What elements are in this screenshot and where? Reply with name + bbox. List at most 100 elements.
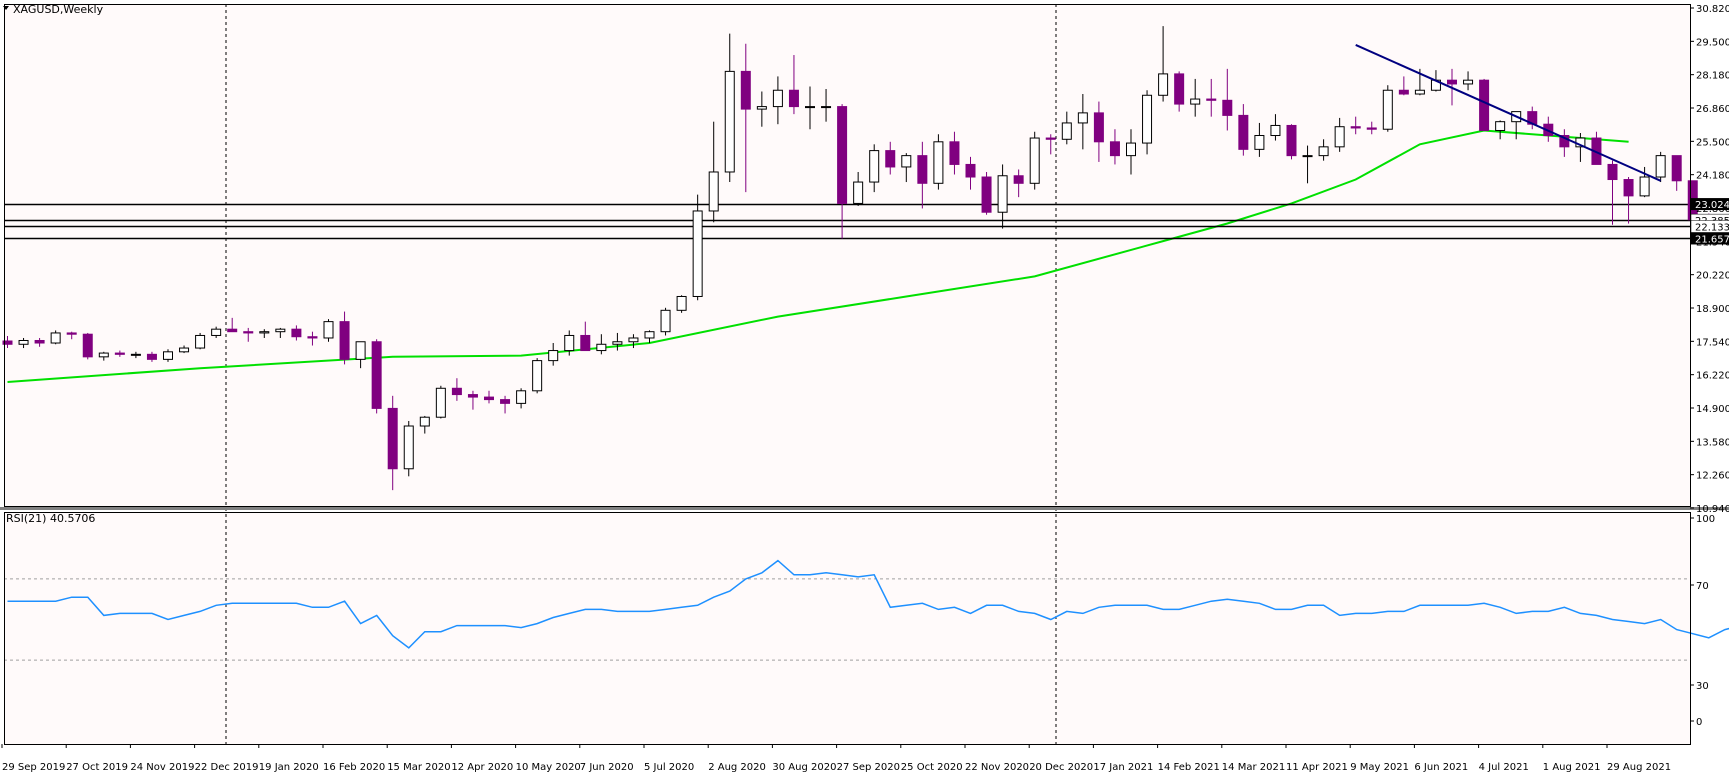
time-tick-label: 22 Dec 2019: [195, 762, 259, 773]
time-tick-label: 9 May 2021: [1350, 762, 1409, 773]
time-tick-label: 12 Apr 2020: [451, 762, 513, 773]
time-tick-label: 24 Nov 2019: [130, 762, 194, 773]
candle-body-bull: [1334, 126, 1345, 148]
time-tick-label: 16 Feb 2020: [323, 762, 385, 773]
candle-body-bear: [788, 89, 799, 108]
price-tick-label: 14.900: [1696, 404, 1729, 415]
time-tick-label: 20 Dec 2020: [1029, 762, 1093, 773]
candle-body-bull: [756, 106, 767, 110]
candle-body-bull: [692, 210, 703, 297]
price-tick-label: 26.860: [1696, 104, 1729, 115]
candle-body-bull: [644, 331, 655, 339]
price-tick-label: 18.900: [1696, 304, 1729, 315]
candle-body-bear: [1366, 127, 1377, 130]
candle: [933, 134, 944, 190]
candle-body-bull: [997, 175, 1008, 213]
main-panel-background: [4, 4, 1690, 506]
candle-body-bear: [837, 106, 848, 204]
price-tick-label: 13.580: [1696, 437, 1729, 448]
candle-body-bull: [419, 416, 430, 427]
candle-body-bull: [901, 155, 912, 168]
candle-body-bull: [805, 106, 815, 109]
rsi-tick-label: 70: [1696, 581, 1709, 592]
candle-body-bear: [339, 321, 350, 360]
time-tick-label: 15 Mar 2020: [387, 762, 450, 773]
candle-body-bull: [195, 334, 206, 349]
rsi-panel-title: RSI(21) 40.5706: [6, 512, 95, 525]
candle-body-bear: [949, 141, 960, 165]
candle-body-bull: [323, 321, 334, 339]
candle-body-bull: [548, 350, 559, 362]
price-tick-label: 30.820: [1696, 4, 1729, 15]
candle: [1479, 78, 1490, 131]
candle-body-bull: [1463, 79, 1474, 85]
candle-body-bear: [1607, 163, 1618, 181]
candle-body-bull: [564, 334, 575, 352]
price-tick-label: 20.220: [1696, 271, 1729, 282]
main-panel-title: XAGUSD,Weekly: [13, 3, 104, 16]
candle-body-bull: [1495, 121, 1506, 131]
time-tick-label: 4 Jul 2021: [1479, 762, 1529, 773]
candle-body-bull: [660, 309, 671, 333]
candle-body-bear: [1109, 141, 1120, 157]
candle-body-bull: [1158, 73, 1169, 96]
candle-body-bull: [1190, 98, 1201, 105]
candle-body-bear: [1013, 175, 1024, 184]
time-tick-label: 27 Sep 2020: [837, 762, 900, 773]
candle-body-bull: [1318, 146, 1329, 157]
candle-body-bull: [163, 351, 173, 360]
candle-body-bear: [146, 353, 157, 360]
time-tick-label: 14 Mar 2021: [1222, 762, 1285, 773]
time-tick-label: 29 Aug 2021: [1607, 762, 1671, 773]
level-label-text: 22.133: [1695, 222, 1729, 233]
candle: [1286, 124, 1297, 160]
candle: [676, 295, 687, 313]
candle-body-bull: [612, 341, 623, 345]
price-tick-label: 29.500: [1696, 37, 1729, 48]
candle-body-bull: [179, 347, 190, 353]
price-tick-label: 25.500: [1696, 137, 1729, 148]
price-tick-label: 12.260: [1696, 471, 1729, 482]
candle-body-bull: [532, 360, 543, 392]
time-tick-label: 25 Oct 2020: [901, 762, 963, 773]
candle-body-bull: [628, 337, 639, 343]
candle-body-bull: [355, 341, 366, 360]
candle-body-bull: [1061, 122, 1072, 140]
candle-body-bear: [114, 352, 125, 355]
candle-body-bull: [403, 425, 414, 470]
candle-body-bear: [981, 176, 992, 213]
time-tick-label: 27 Oct 2019: [66, 762, 128, 773]
candle-body-bear: [291, 328, 302, 338]
candle: [323, 319, 334, 342]
candle-body-bear: [1447, 79, 1457, 85]
candle-body-bull: [98, 352, 109, 358]
candle-body-bear: [243, 331, 254, 334]
candle-body-bull: [1077, 112, 1088, 124]
time-tick-label: 30 Aug 2020: [772, 762, 836, 773]
candle-body-bear: [1045, 137, 1056, 140]
candle-body-bear: [740, 70, 751, 110]
candle-body-bear: [965, 163, 976, 178]
price-tick-label: 16.220: [1696, 371, 1729, 382]
candle-body-bear: [1398, 89, 1409, 95]
time-tick-label: 11 Apr 2021: [1286, 762, 1348, 773]
candle-body-bear: [387, 407, 398, 470]
candle-body-bull: [516, 390, 527, 404]
time-tick-label: 29 Sep 2019: [2, 762, 65, 773]
candle: [532, 358, 543, 394]
candle-body-bull: [1382, 89, 1393, 130]
candle-body-bull: [1655, 155, 1666, 178]
candle: [660, 307, 671, 336]
candle-body-bear: [82, 333, 93, 358]
candle-body-bull: [869, 150, 880, 183]
candle-body-bull: [1302, 155, 1313, 158]
time-tick-label: 14 Feb 2021: [1158, 762, 1220, 773]
time-tick-label: 17 Jan 2021: [1093, 762, 1153, 773]
candle-body-bear: [580, 334, 591, 352]
candle-body-bull: [724, 70, 735, 173]
candle: [50, 330, 61, 345]
candle: [1382, 85, 1393, 132]
candle-body-bear: [34, 339, 45, 344]
candle-body-bear: [66, 332, 77, 335]
time-tick-label: 10 May 2020: [516, 762, 581, 773]
